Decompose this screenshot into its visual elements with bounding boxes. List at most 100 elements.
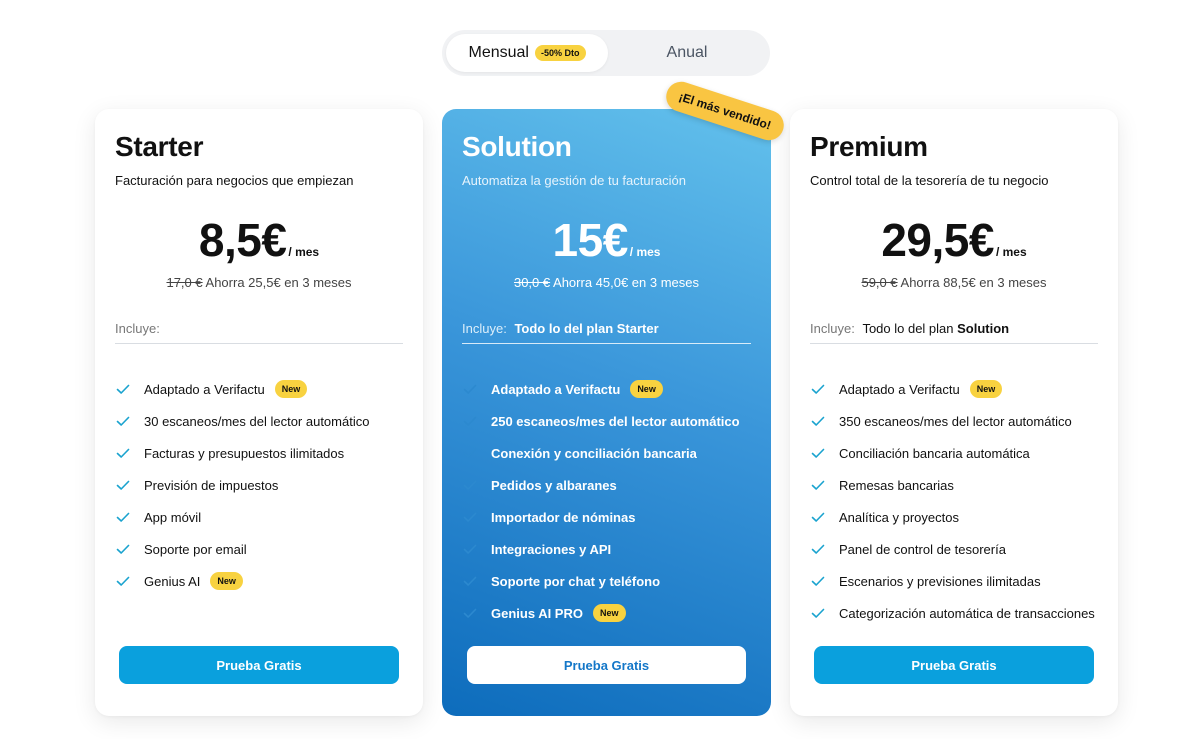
feature-text: Escenarios y previsiones ilimitadas	[839, 573, 1041, 589]
plan-card-premium: Premium Control total de la tesorería de…	[790, 109, 1118, 716]
check-icon	[463, 576, 477, 586]
annual-option[interactable]: Anual	[608, 34, 766, 72]
price-row: 15€ / mes	[442, 213, 771, 267]
feature-list: Adaptado a Verifactu New 350 escaneos/mes …	[810, 373, 1108, 629]
savings-text: Ahorra 88,5€ en 3 meses	[900, 275, 1047, 290]
feature-item: Genius AI PRO New	[462, 597, 761, 629]
feature-item: Adaptado a Verifactu New	[462, 373, 761, 405]
feature-text: Soporte por chat y teléfono	[491, 573, 661, 589]
check-icon	[811, 384, 825, 394]
plan-price: 15€	[552, 214, 629, 266]
feature-item: Conexión y conciliación bancaria	[462, 437, 761, 469]
feature-item: 30 escaneos/mes del lector automático	[115, 405, 413, 437]
feature-text: Adaptado a Verifactu	[144, 381, 265, 397]
new-badge: New	[969, 380, 1003, 398]
feature-item: 250 escaneos/mes del lector automático	[462, 405, 761, 437]
feature-text: Genius AI PRO	[491, 605, 583, 621]
includes-line: Incluye: Todo lo del plan Solution	[810, 321, 1009, 336]
feature-text: Adaptado a Verifactu	[839, 381, 960, 397]
old-price: 30,0 €	[513, 275, 551, 290]
feature-text: 350 escaneos/mes del lector automático	[839, 413, 1072, 429]
plan-card-starter: Starter Facturación para negocios que em…	[95, 109, 423, 716]
includes-plan-name: Starter	[616, 321, 659, 336]
feature-item: Panel de control de tesorería	[810, 533, 1108, 565]
check-icon	[116, 448, 130, 458]
includes-line: Incluye: Todo lo del plan Starter	[462, 321, 659, 336]
check-icon	[116, 512, 130, 522]
check-icon	[463, 480, 477, 490]
price-period: / mes	[995, 245, 1027, 259]
check-icon	[116, 416, 130, 426]
savings-text: Ahorra 45,0€ en 3 meses	[553, 275, 700, 290]
feature-item: 350 escaneos/mes del lector automático	[810, 405, 1108, 437]
plan-description: Control total de la tesorería de tu nego…	[810, 173, 1049, 188]
plan-card-solution: Solution Automatiza la gestión de tu fac…	[442, 109, 771, 716]
plan-price: 29,5€	[881, 214, 994, 266]
savings-line: 59,0 € Ahorra 88,5€ en 3 meses	[790, 275, 1118, 290]
free-trial-button[interactable]: Prueba Gratis	[467, 646, 746, 684]
includes-label: Incluye:	[462, 321, 507, 336]
free-trial-button[interactable]: Prueba Gratis	[119, 646, 399, 684]
feature-item: Analítica y proyectos	[810, 501, 1108, 533]
price-row: 29,5€ / mes	[790, 213, 1118, 267]
check-icon	[811, 448, 825, 458]
plan-name: Starter	[115, 131, 204, 162]
check-icon	[116, 480, 130, 490]
feature-list: Adaptado a Verifactu New 30 escaneos/mes d…	[115, 373, 413, 597]
price-period: / mes	[288, 245, 320, 259]
feature-text: Previsión de impuestos	[144, 477, 279, 493]
discount-badge: -50% Dto	[534, 45, 586, 61]
includes-label: Incluye:	[115, 321, 160, 336]
feature-item: Escenarios y previsiones ilimitadas	[810, 565, 1108, 597]
plan-price: 8,5€	[198, 214, 287, 266]
feature-item: Importador de nóminas	[462, 501, 761, 533]
savings-line: 30,0 € Ahorra 45,0€ en 3 meses	[442, 275, 771, 290]
feature-text: Adaptado a Verifactu	[491, 381, 621, 397]
new-badge: New	[210, 572, 243, 590]
check-icon	[811, 512, 825, 522]
feature-text: Remesas bancarias	[839, 477, 954, 493]
feature-text: Analítica y proyectos	[839, 509, 959, 525]
feature-item: Remesas bancarias	[810, 469, 1108, 501]
divider	[810, 343, 1098, 344]
plan-name: Premium	[810, 131, 928, 162]
feature-item: Conciliación bancaria automática	[810, 437, 1108, 469]
feature-item: Adaptado a Verifactu New	[810, 373, 1108, 405]
check-icon	[811, 480, 825, 490]
feature-text: Importador de nóminas	[491, 509, 636, 525]
feature-item: Integraciones y API	[462, 533, 761, 565]
check-icon	[811, 608, 825, 618]
check-icon	[116, 384, 130, 394]
check-icon	[463, 544, 477, 554]
free-trial-button[interactable]: Prueba Gratis	[814, 646, 1094, 684]
feature-text: Panel de control de tesorería	[839, 541, 1006, 557]
feature-item: Previsión de impuestos	[115, 469, 413, 501]
feature-text: 30 escaneos/mes del lector automático	[144, 413, 370, 429]
feature-text: Categorización automática de transaccion…	[839, 605, 1095, 621]
feature-list: Adaptado a Verifactu New 250 escaneos/mes …	[462, 373, 761, 629]
check-icon	[463, 384, 477, 394]
plan-description: Facturación para negocios que empiezan	[115, 173, 354, 188]
old-price: 17,0 €	[166, 275, 203, 290]
feature-text: Integraciones y API	[491, 541, 612, 557]
feature-item: Facturas y presupuestos ilimitados	[115, 437, 413, 469]
new-badge: New	[630, 380, 663, 398]
includes-prefix: Todo lo del plan Solution	[862, 321, 1009, 336]
includes-prefix: Todo lo del plan Starter	[514, 321, 658, 336]
feature-text: Soporte por email	[144, 541, 247, 557]
feature-item: App móvil	[115, 501, 413, 533]
feature-item: Categorización automática de transaccion…	[810, 597, 1108, 629]
check-icon	[463, 416, 477, 426]
monthly-option[interactable]: Mensual -50% Dto	[446, 34, 608, 72]
check-icon	[811, 416, 825, 426]
savings-text: Ahorra 25,5€ en 3 meses	[205, 275, 352, 290]
includes-label: Incluye:	[810, 321, 855, 336]
feature-text: Facturas y presupuestos ilimitados	[144, 445, 345, 461]
feature-text: Pedidos y albaranes	[491, 477, 617, 493]
feature-text: App móvil	[144, 509, 202, 525]
divider	[462, 343, 751, 344]
check-icon	[811, 576, 825, 586]
new-badge: New	[592, 604, 626, 622]
savings-line: 17,0 € Ahorra 25,5€ en 3 meses	[95, 275, 423, 290]
feature-item: Adaptado a Verifactu New	[115, 373, 413, 405]
